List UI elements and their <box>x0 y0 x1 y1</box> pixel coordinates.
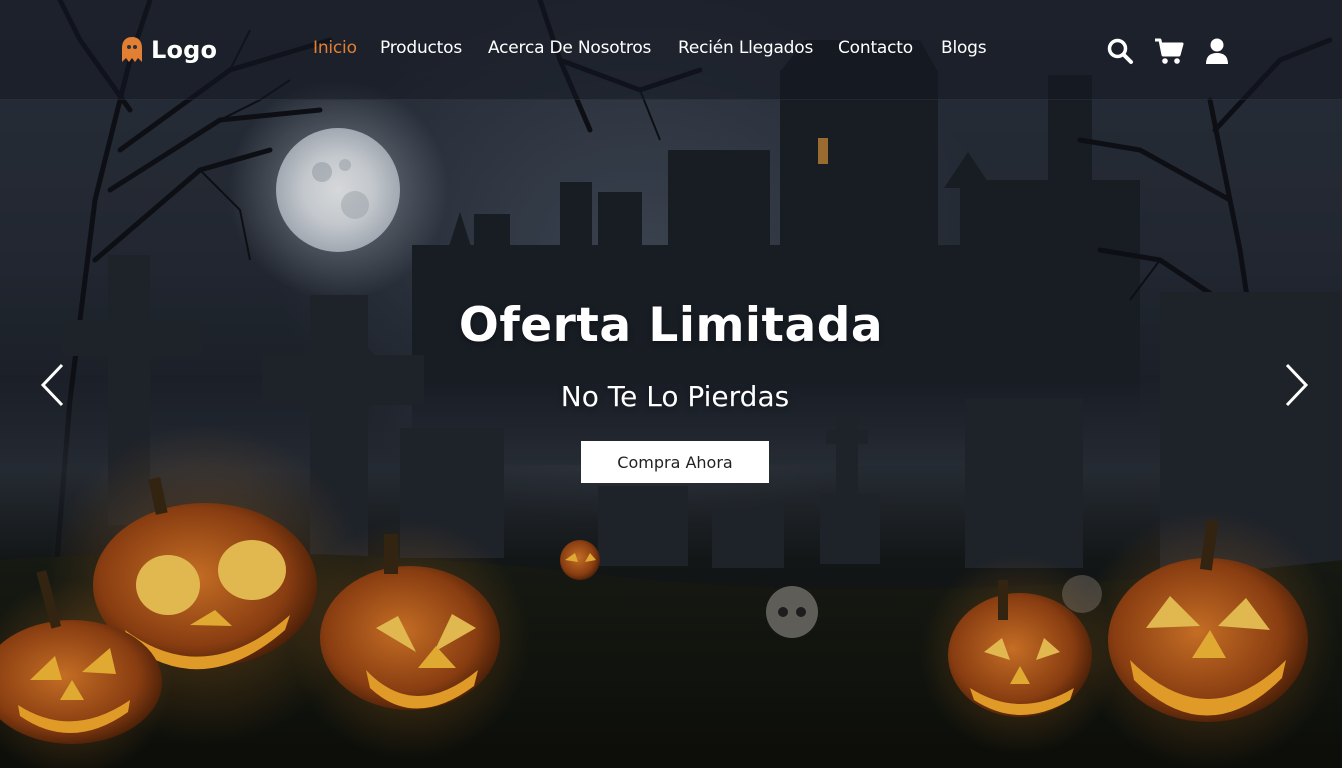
user-icon[interactable] <box>1202 36 1232 66</box>
nav-blogs[interactable]: Blogs <box>941 38 987 58</box>
brand-logo[interactable]: Logo <box>121 30 217 70</box>
chevron-right-icon[interactable] <box>1281 362 1311 408</box>
cart-icon[interactable] <box>1154 36 1184 66</box>
ghost-icon <box>121 36 143 64</box>
header-actions <box>1105 36 1235 66</box>
search-icon[interactable] <box>1105 36 1135 66</box>
brand-name: Logo <box>151 36 218 64</box>
chevron-left-icon[interactable] <box>38 362 68 408</box>
nav-recien-llegados[interactable]: Recién Llegados <box>678 38 813 58</box>
hero-subtitle: No Te Lo Pierdas <box>560 380 790 413</box>
hero-title: Oferta Limitada <box>458 298 884 353</box>
nav-productos[interactable]: Productos <box>380 38 462 58</box>
shop-now-button[interactable]: Compra Ahora <box>581 441 769 483</box>
nav-acerca-de-nosotros[interactable]: Acerca De Nosotros <box>488 38 651 58</box>
nav-contacto[interactable]: Contacto <box>838 38 913 58</box>
site-header: Logo Inicio Productos Acerca De Nosotros… <box>0 0 1342 100</box>
hero-banner: Logo Inicio Productos Acerca De Nosotros… <box>0 0 1342 768</box>
nav-inicio[interactable]: Inicio <box>313 38 357 58</box>
